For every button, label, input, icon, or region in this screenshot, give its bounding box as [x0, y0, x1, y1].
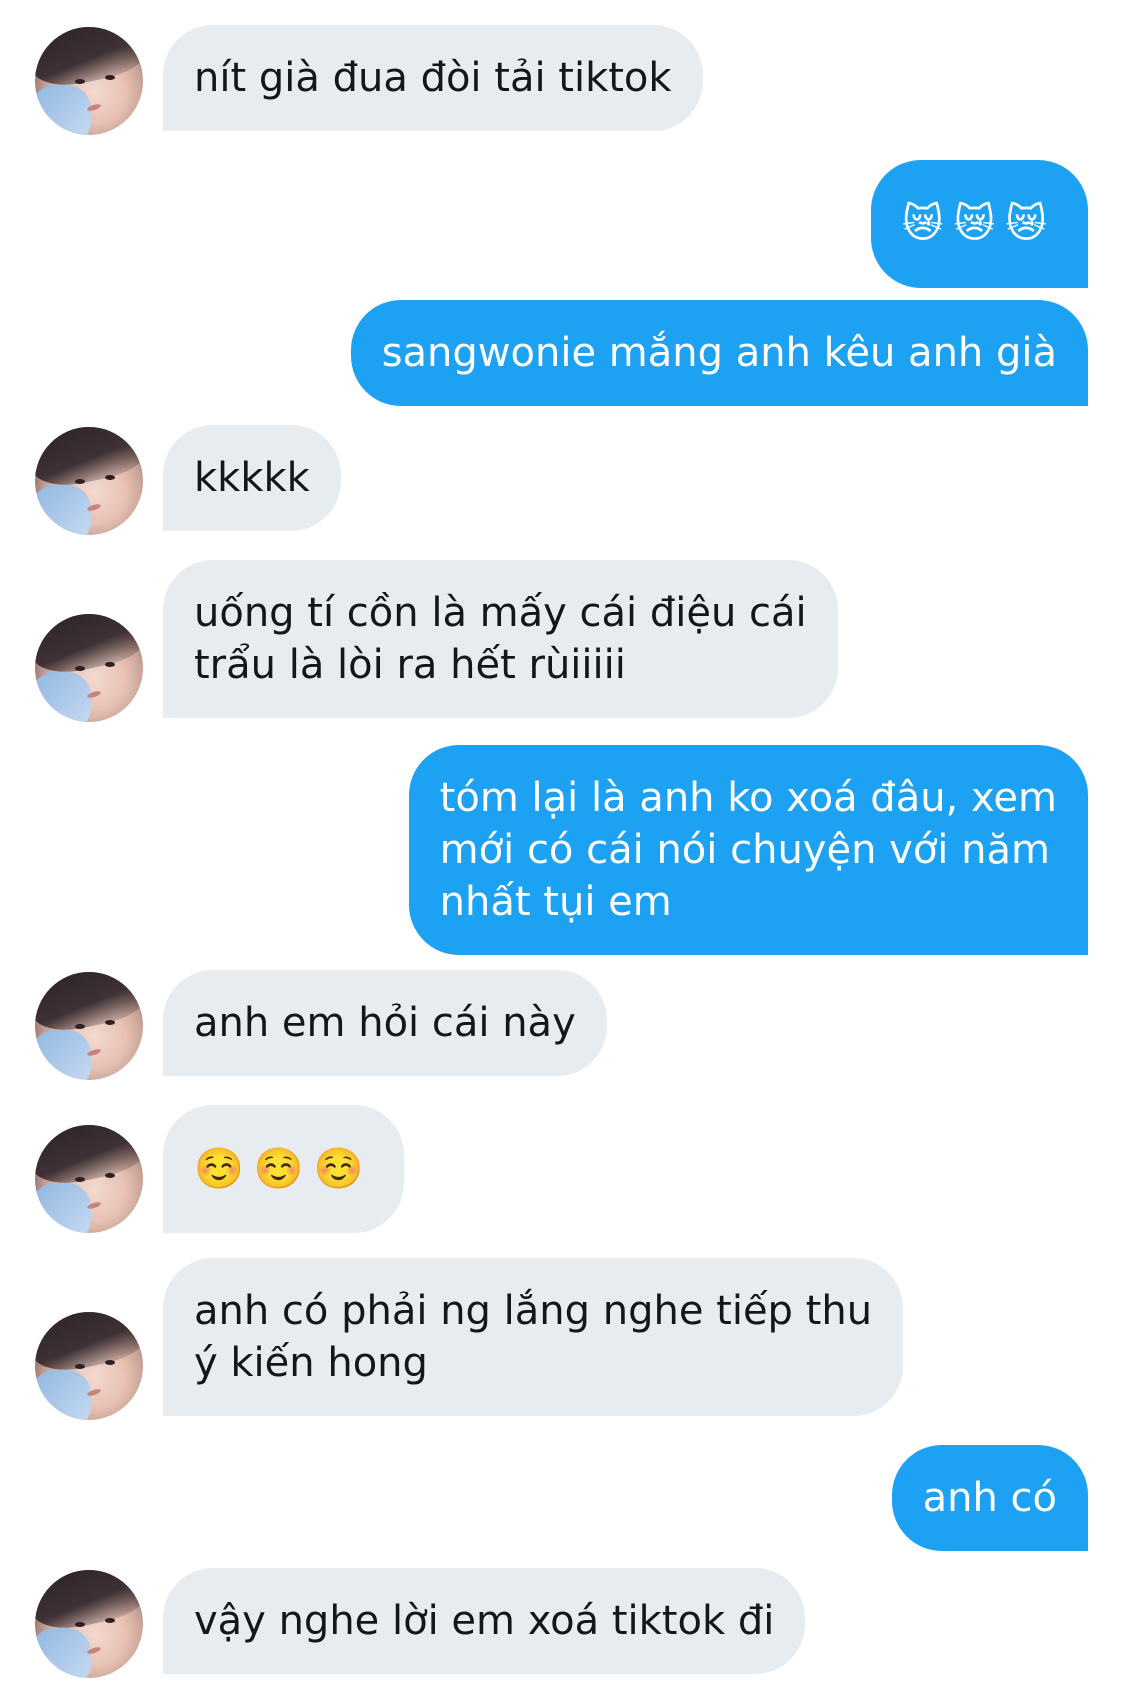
- message-row: tóm lại là anh ko xoá đâu, xem mới có cá…: [0, 745, 1125, 957]
- message-row: uống tí cồn là mấy cái điệu cái trẩu là …: [0, 560, 1125, 722]
- incoming-message-bubble[interactable]: anh em hỏi cái này: [163, 970, 607, 1076]
- message-row: anh có phải ng lắng nghe tiếp thu ý kiến…: [0, 1258, 1125, 1420]
- avatar[interactable]: [35, 1125, 143, 1233]
- conversation-thread: nít già đua đòi tải tiktok 😿😿😿 sangwonie…: [0, 0, 1125, 1695]
- message-row: 😿😿😿: [0, 160, 1125, 288]
- avatar[interactable]: [35, 1312, 143, 1420]
- incoming-message-bubble[interactable]: vậy nghe lời em xoá tiktok đi: [163, 1568, 806, 1674]
- avatar[interactable]: [35, 427, 143, 535]
- avatar[interactable]: [35, 614, 143, 722]
- message-row: ☺️☺️☺️: [0, 1105, 1125, 1233]
- outgoing-message-bubble[interactable]: anh có: [891, 1445, 1088, 1551]
- message-row: kkkkk: [0, 425, 1125, 537]
- message-row: nít già đua đòi tải tiktok: [0, 25, 1125, 137]
- message-row: sangwonie mắng anh kêu anh già: [0, 300, 1125, 412]
- avatar[interactable]: [35, 972, 143, 1080]
- message-row: vậy nghe lời em xoá tiktok đi: [0, 1568, 1125, 1680]
- outgoing-message-bubble[interactable]: 😿😿😿: [870, 160, 1088, 288]
- incoming-message-bubble[interactable]: uống tí cồn là mấy cái điệu cái trẩu là …: [163, 560, 838, 718]
- avatar[interactable]: [35, 1570, 143, 1678]
- message-row: anh có: [0, 1445, 1125, 1557]
- incoming-message-bubble[interactable]: ☺️☺️☺️: [163, 1105, 405, 1233]
- incoming-message-bubble[interactable]: anh có phải ng lắng nghe tiếp thu ý kiến…: [163, 1258, 904, 1416]
- avatar[interactable]: [35, 27, 143, 135]
- message-row: anh em hỏi cái này: [0, 970, 1125, 1082]
- incoming-message-bubble[interactable]: nít già đua đòi tải tiktok: [163, 25, 703, 131]
- outgoing-message-bubble[interactable]: sangwonie mắng anh kêu anh già: [350, 300, 1088, 406]
- incoming-message-bubble[interactable]: kkkkk: [163, 425, 341, 531]
- outgoing-message-bubble[interactable]: tóm lại là anh ko xoá đâu, xem mới có cá…: [408, 745, 1088, 955]
